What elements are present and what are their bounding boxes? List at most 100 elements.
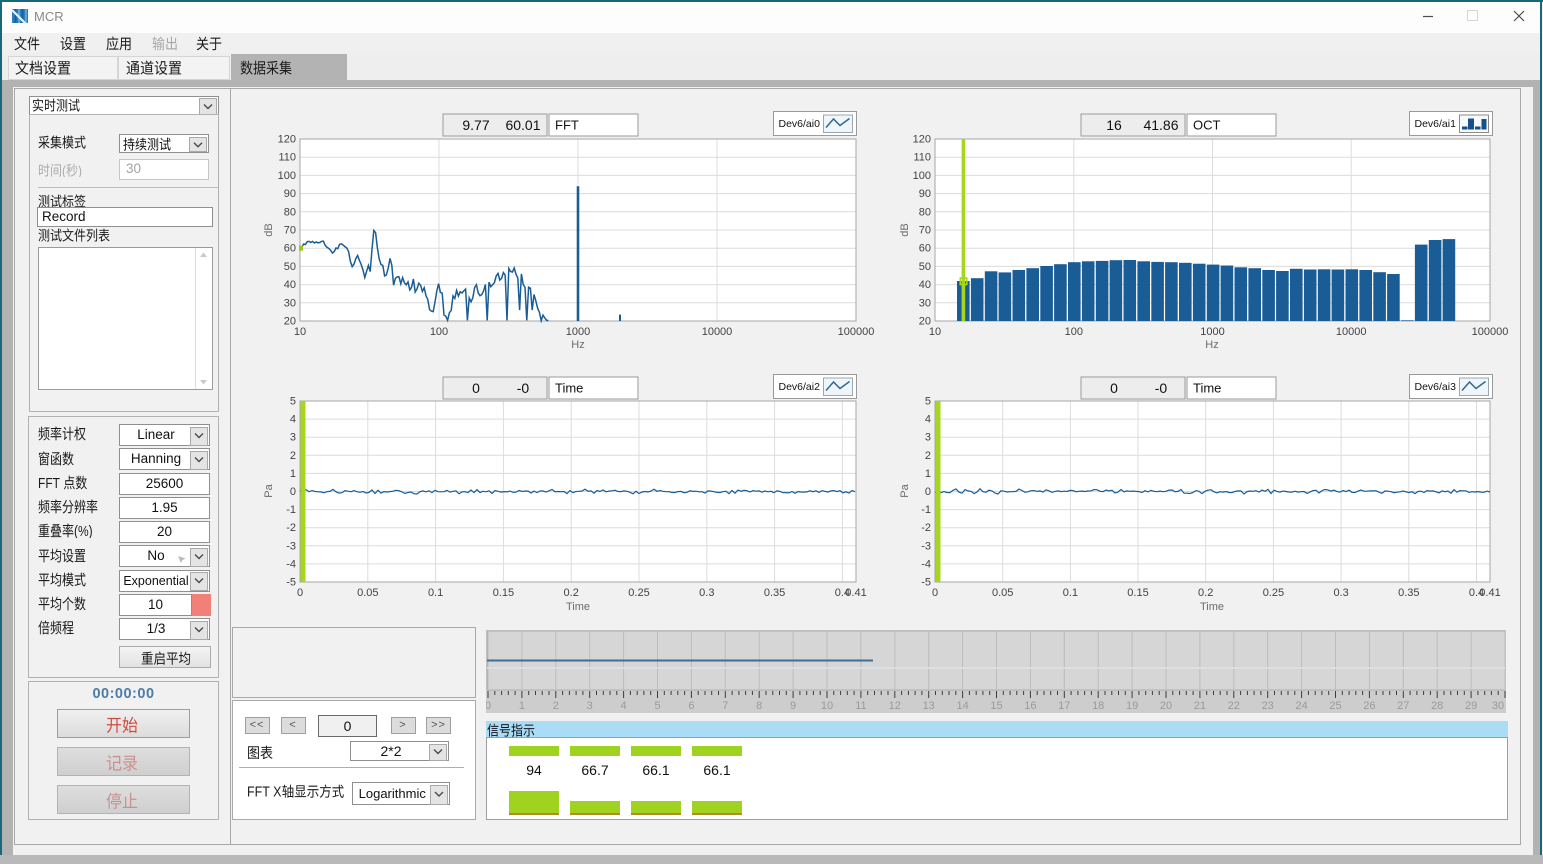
- svg-text:-5: -5: [921, 577, 931, 589]
- svg-text:3: 3: [925, 432, 931, 444]
- svg-text:30: 30: [919, 297, 931, 309]
- svg-text:1: 1: [925, 468, 931, 480]
- svg-text:3: 3: [290, 432, 296, 444]
- svg-text:0.41: 0.41: [845, 587, 866, 599]
- svg-text:17: 17: [1058, 700, 1070, 712]
- svg-text:4: 4: [925, 414, 931, 426]
- svg-text:Dev6/ai0: Dev6/ai0: [779, 118, 821, 130]
- svg-text:20: 20: [1160, 700, 1172, 712]
- svg-text:Hz: Hz: [571, 339, 584, 351]
- svg-text:50: 50: [284, 261, 296, 273]
- svg-text:0.2: 0.2: [1198, 587, 1213, 599]
- svg-text:100000: 100000: [838, 326, 875, 338]
- svg-text:-1: -1: [286, 504, 296, 516]
- svg-text:Dev6/ai3: Dev6/ai3: [1415, 381, 1457, 393]
- svg-text:-3: -3: [286, 540, 296, 552]
- svg-text:14: 14: [956, 700, 968, 712]
- svg-text:22: 22: [1228, 700, 1240, 712]
- svg-text:50: 50: [919, 261, 931, 273]
- svg-text:80: 80: [284, 206, 296, 218]
- svg-text:1: 1: [290, 468, 296, 480]
- svg-text:Time: Time: [566, 601, 590, 613]
- svg-text:8: 8: [756, 700, 762, 712]
- svg-text:0.41: 0.41: [1479, 587, 1500, 599]
- svg-text:0.3: 0.3: [699, 587, 714, 599]
- svg-text:Dev6/ai2: Dev6/ai2: [779, 381, 821, 393]
- svg-text:13: 13: [923, 700, 935, 712]
- svg-text:FFT X: FFT X: [247, 784, 281, 798]
- svg-text:-0: -0: [517, 380, 530, 396]
- svg-text:dB: dB: [899, 223, 911, 236]
- svg-text:-4: -4: [921, 558, 931, 570]
- svg-text:19: 19: [1126, 700, 1138, 712]
- svg-text:0.25: 0.25: [1263, 587, 1284, 599]
- svg-text:0: 0: [472, 380, 480, 396]
- svg-text:60: 60: [919, 243, 931, 255]
- svg-text:4: 4: [621, 700, 627, 712]
- svg-text:2: 2: [553, 700, 559, 712]
- svg-text:-5: -5: [286, 577, 296, 589]
- svg-text:70: 70: [284, 225, 296, 237]
- svg-text:25: 25: [1329, 700, 1341, 712]
- svg-text:Pa: Pa: [263, 483, 275, 497]
- svg-text:0.05: 0.05: [992, 587, 1013, 599]
- svg-text:0.3: 0.3: [1333, 587, 1348, 599]
- svg-text:3: 3: [587, 700, 593, 712]
- svg-text:Dev6/ai1: Dev6/ai1: [1415, 118, 1457, 130]
- svg-text:-3: -3: [921, 540, 931, 552]
- svg-text:1: 1: [519, 700, 525, 712]
- svg-text:120: 120: [278, 134, 296, 146]
- svg-text:29: 29: [1465, 700, 1477, 712]
- svg-text:-0: -0: [1155, 380, 1168, 396]
- svg-text:0.1: 0.1: [1063, 587, 1078, 599]
- svg-text:40: 40: [284, 279, 296, 291]
- svg-text:40: 40: [919, 279, 931, 291]
- svg-text:1000: 1000: [566, 326, 590, 338]
- svg-text:0: 0: [290, 486, 296, 498]
- svg-text:11: 11: [855, 700, 866, 712]
- svg-text:12: 12: [889, 700, 901, 712]
- svg-text:15: 15: [990, 700, 1002, 712]
- svg-text:-1: -1: [921, 504, 931, 516]
- svg-text:Hz: Hz: [1205, 339, 1218, 351]
- svg-text:30: 30: [1492, 700, 1504, 712]
- svg-text:120: 120: [913, 134, 931, 146]
- svg-text:18: 18: [1092, 700, 1104, 712]
- svg-text:60: 60: [284, 243, 296, 255]
- svg-text:0.15: 0.15: [493, 587, 514, 599]
- svg-text:100: 100: [278, 170, 296, 182]
- svg-text:16: 16: [1106, 117, 1122, 133]
- svg-text:10: 10: [294, 326, 306, 338]
- svg-text:80: 80: [919, 206, 931, 218]
- svg-text:0.2: 0.2: [564, 587, 579, 599]
- svg-text:0: 0: [925, 486, 931, 498]
- svg-text:27: 27: [1397, 700, 1409, 712]
- svg-text:60.01: 60.01: [505, 117, 540, 133]
- svg-text:Time: Time: [1200, 601, 1224, 613]
- svg-text:0: 0: [297, 587, 303, 599]
- svg-text:6: 6: [688, 700, 694, 712]
- svg-text:100: 100: [1065, 326, 1083, 338]
- svg-text:-4: -4: [286, 558, 296, 570]
- svg-text:2: 2: [925, 450, 931, 462]
- svg-text:Pa: Pa: [899, 483, 911, 497]
- svg-text:0.1: 0.1: [428, 587, 443, 599]
- svg-text:90: 90: [284, 188, 296, 200]
- svg-text:0.25: 0.25: [628, 587, 649, 599]
- svg-text:21: 21: [1194, 700, 1206, 712]
- svg-text:10000: 10000: [1336, 326, 1367, 338]
- svg-text:9: 9: [790, 700, 796, 712]
- svg-text:10: 10: [821, 700, 833, 712]
- svg-text:110: 110: [913, 152, 931, 164]
- svg-text:FFT: FFT: [555, 118, 579, 133]
- svg-text:9.77: 9.77: [462, 117, 489, 133]
- svg-text:Time: Time: [1193, 381, 1221, 396]
- svg-text:0: 0: [486, 700, 491, 712]
- svg-text:110: 110: [278, 152, 296, 164]
- svg-text:100: 100: [913, 170, 931, 182]
- svg-text:30: 30: [284, 297, 296, 309]
- svg-text:0.35: 0.35: [1398, 587, 1419, 599]
- svg-text:26: 26: [1363, 700, 1375, 712]
- svg-text:2: 2: [290, 450, 296, 462]
- svg-text:7: 7: [722, 700, 728, 712]
